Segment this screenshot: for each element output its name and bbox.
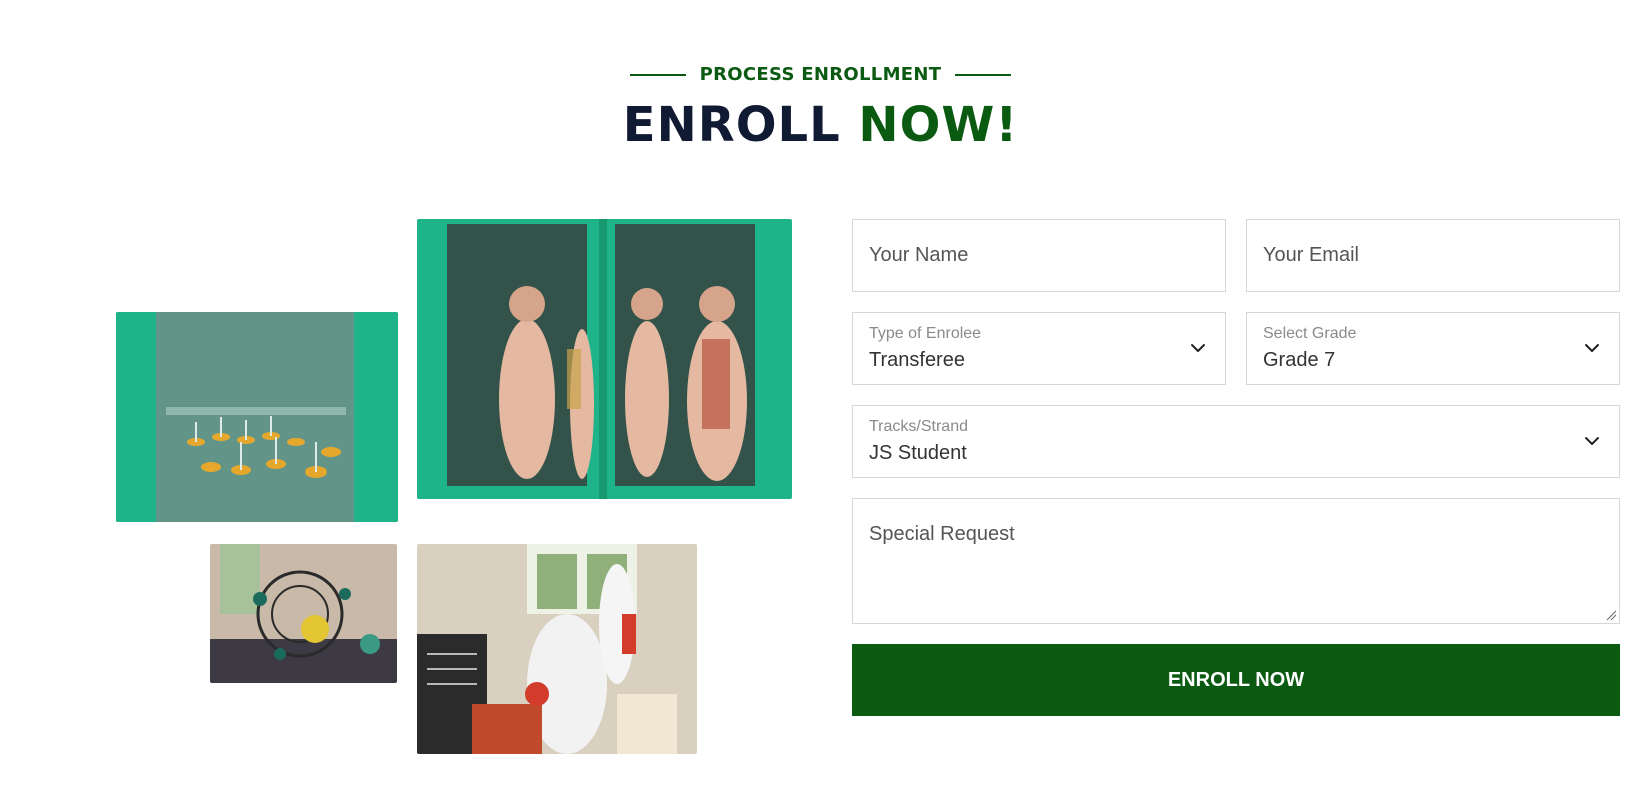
grade-value: Grade 7 — [1263, 349, 1336, 371]
grade-label: Select Grade — [1263, 325, 1357, 342]
track-strand-label: Tracks/Strand — [869, 418, 968, 435]
track-strand-select[interactable]: Tracks/Strand JS Student — [852, 405, 1620, 478]
enrolee-type-select[interactable]: Type of Enrolee Transferee — [852, 312, 1226, 385]
enrolee-type-label: Type of Enrolee — [869, 325, 982, 342]
grade-select[interactable]: Select Grade Grade 7 — [1246, 312, 1620, 385]
anatomy-models-photo — [417, 219, 792, 499]
atom-model-photo — [210, 544, 397, 683]
title-part-green: NOW! — [858, 97, 1019, 153]
special-request-placeholder: Special Request — [869, 523, 1015, 545]
enrollment-section: PROCESS ENROLLMENT ENROLL NOW! Your Name… — [0, 0, 1641, 811]
resize-grip-icon[interactable] — [1605, 609, 1617, 621]
email-placeholder: Your Email — [1263, 244, 1359, 266]
track-strand-value: JS Student — [869, 442, 967, 464]
enrolee-type-value: Transferee — [869, 349, 965, 371]
page-title: ENROLL NOW! — [0, 96, 1641, 154]
eyebrow-line-right — [955, 73, 1012, 76]
eyebrow-text: PROCESS ENROLLMENT — [699, 64, 942, 85]
name-input[interactable]: Your Name — [852, 219, 1226, 292]
chevron-down-icon — [1585, 344, 1599, 352]
special-request-textarea[interactable]: Special Request — [852, 498, 1620, 624]
name-placeholder: Your Name — [869, 244, 969, 266]
enroll-now-button[interactable]: ENROLL NOW — [852, 644, 1620, 716]
chevron-down-icon — [1585, 437, 1599, 445]
email-input[interactable]: Your Email — [1246, 219, 1620, 292]
title-part-dark: ENROLL — [622, 97, 841, 153]
eyebrow-line-left — [629, 73, 686, 76]
lab-glassware-photo — [116, 312, 398, 522]
science-projects-photo — [417, 544, 697, 754]
section-eyebrow: PROCESS ENROLLMENT — [0, 64, 1641, 85]
chevron-down-icon — [1191, 344, 1205, 352]
